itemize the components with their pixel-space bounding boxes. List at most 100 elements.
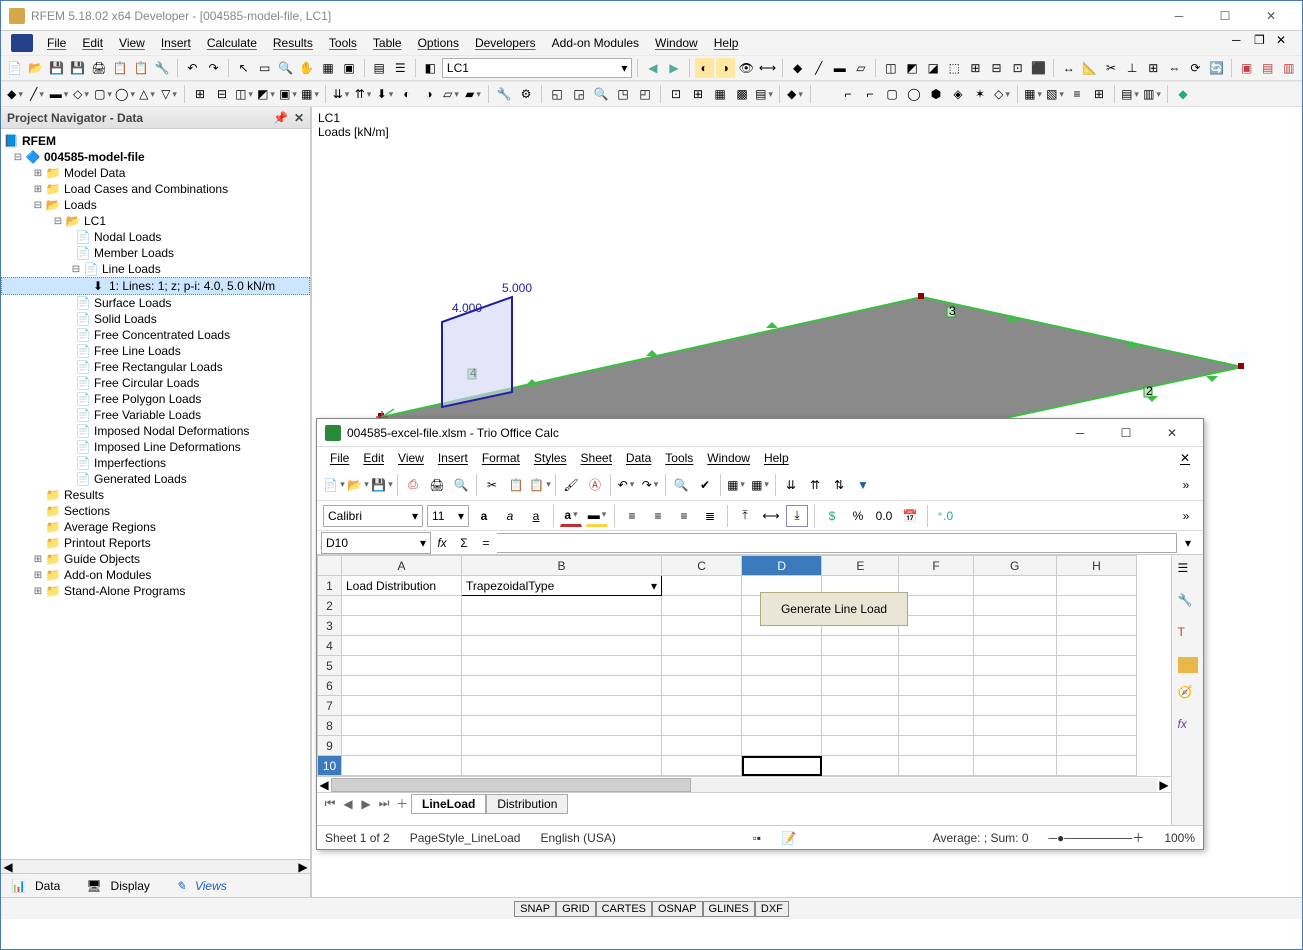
t2-37-icon[interactable]: ▢ [882,84,902,104]
menu-help[interactable]: Help [706,34,747,52]
tree-line-load-item[interactable]: ⬇1: Lines: 1; z; p-i: 4.0, 5.0 kN/m [1,277,310,295]
excel-minimize[interactable]: ─ [1057,419,1103,447]
ruler-icon[interactable]: 📐 [1080,58,1099,78]
t2-45-icon[interactable]: ≡ [1067,84,1087,104]
date-icon[interactable]: 📅 [899,505,921,527]
misc-8-icon[interactable]: ⬛ [1029,58,1048,78]
status-lang[interactable]: English (USA) [540,831,615,845]
list-icon[interactable]: ☰ [391,58,410,78]
mirror-icon[interactable]: ⇔ [1165,58,1184,78]
valign-top-icon[interactable]: ⤒ [734,505,756,527]
misc-6-icon[interactable]: ⊟ [987,58,1006,78]
t2-30-icon[interactable]: ⊞ [688,84,708,104]
dim-icon[interactable]: ↔ [1059,58,1078,78]
tool-icon[interactable]: 🔧 [153,58,172,78]
navigator-close-icon[interactable]: ✕ [294,111,304,125]
t2-49-icon[interactable]: ◆ [1173,84,1193,104]
t2-39-icon[interactable]: ⬢ [926,84,946,104]
spellcheck-icon[interactable]: ✔ [694,474,716,496]
excel-menu-sheet[interactable]: Sheet [574,449,619,467]
undo-icon[interactable]: ↶ [183,58,202,78]
number-icon[interactable]: 0.0 [873,505,895,527]
minimize-button[interactable]: ─ [1156,1,1202,31]
formula-expand-icon[interactable]: ▾ [1177,532,1199,554]
menu-options[interactable]: Options [410,34,467,52]
save-doc-icon[interactable]: 💾 [371,474,393,496]
sidebar-wrench-icon[interactable]: 🔧 [1178,593,1198,613]
t2-9-icon[interactable]: ⊞ [190,84,210,104]
t2-21-icon[interactable]: ▰ [463,84,483,104]
nav-tab-data[interactable]: 📊Data [5,875,72,897]
t2-18-icon[interactable]: ◐ [397,84,417,104]
view-3-icon[interactable]: 👁 [737,58,756,78]
inc-dec-icon[interactable]: ⁺.0 [934,505,956,527]
t2-36-icon[interactable]: ⌐ [860,84,880,104]
t2-8-icon[interactable]: ▽ [159,84,179,104]
navigator-tree[interactable]: 📘RFEM ⊟🔷004585-model-file ⊞📁Model Data ⊞… [1,129,310,859]
t2-10-icon[interactable]: ⊟ [212,84,232,104]
new-doc-icon[interactable]: 📄 [323,474,345,496]
clear-format-icon[interactable]: Ⓐ [584,474,606,496]
status-glines[interactable]: GLINES [703,901,755,917]
save-as-icon[interactable]: 💾 [68,58,87,78]
pointer-icon[interactable]: ↖ [234,58,253,78]
save-icon[interactable]: 💾 [47,58,66,78]
tab-prev-icon[interactable]: ◀ [339,797,357,811]
navigator-pin-icon[interactable]: 📌 [273,111,288,125]
valign-mid-icon[interactable]: ⟷ [760,505,782,527]
axis-icon[interactable]: ⊥ [1123,58,1142,78]
valign-bot-icon[interactable]: ⤓ [786,505,808,527]
t2-16-icon[interactable]: ⇈ [353,84,373,104]
mdi-close[interactable]: ✕ [1276,33,1298,53]
t2-7-icon[interactable]: △ [137,84,157,104]
pdf-icon[interactable]: ⎙ [402,474,424,496]
mdi-restore[interactable]: ❐ [1254,33,1276,53]
t2-17-icon[interactable]: ⬇ [375,84,395,104]
spreadsheet-grid[interactable]: A B C D E F G H 1Load DistributionTrapez… [317,555,1171,825]
t2-3-icon[interactable]: ▬ [49,84,69,104]
italic-icon[interactable]: a [499,505,521,527]
misc-4-icon[interactable]: ⬚ [945,58,964,78]
cut-icon[interactable]: ✂ [481,474,503,496]
t2-6-icon[interactable]: ◯ [115,84,135,104]
sort-desc-icon[interactable]: ⇈ [804,474,826,496]
menu-table[interactable]: Table [365,34,410,52]
print-doc-icon[interactable]: 🖨 [426,474,448,496]
surf-icon[interactable]: ▱ [851,58,870,78]
t2-27-icon[interactable]: ◳ [613,84,633,104]
app-menu-icon[interactable] [11,34,33,52]
open-doc-icon[interactable]: 📂 [347,474,369,496]
addon-1-icon[interactable]: ▣ [1237,58,1256,78]
t2-33-icon[interactable]: ▤ [754,84,774,104]
align-left-icon[interactable]: ≡ [621,505,643,527]
window-icon[interactable]: ▣ [340,58,359,78]
t2-14-icon[interactable]: ▦ [300,84,320,104]
status-stats[interactable]: Average: ; Sum: 0 [933,831,1029,845]
status-insert-icon[interactable]: ▫▪ [753,831,762,845]
find-icon[interactable]: 🔍 [670,474,692,496]
excel-menu-styles[interactable]: Styles [527,449,574,467]
misc-3-icon[interactable]: ◪ [924,58,943,78]
tab-first-icon[interactable]: ⏮ [321,796,339,811]
rotate-icon[interactable]: ⟳ [1186,58,1205,78]
fontcolor-icon[interactable]: a [560,505,582,527]
excel-maximize[interactable]: ☐ [1103,419,1149,447]
t2-34-icon[interactable]: ◆ [785,84,805,104]
addon-3-icon[interactable]: ▥ [1279,58,1298,78]
t2-47-icon[interactable]: ▤ [1120,84,1140,104]
t2-12-icon[interactable]: ◩ [256,84,276,104]
t2-4-icon[interactable]: ◇ [71,84,91,104]
t2-15-icon[interactable]: ⇊ [331,84,351,104]
sidebar-navigator-icon[interactable]: 🧭 [1178,685,1198,705]
redo2-icon[interactable]: ↷ [639,474,661,496]
misc-2-icon[interactable]: ◩ [903,58,922,78]
t2-5-icon[interactable]: ▢ [93,84,113,104]
t2-25-icon[interactable]: ◲ [569,84,589,104]
menu-insert[interactable]: Insert [153,34,199,52]
menu-file[interactable]: File [39,34,74,52]
nav-tab-views[interactable]: ✎Views [170,875,239,897]
view-4-icon[interactable]: ⟷ [758,58,777,78]
close-button[interactable]: ✕ [1248,1,1294,31]
t2-35-icon[interactable]: ⌐ [838,84,858,104]
excel-menu-file[interactable]: File [323,449,356,467]
